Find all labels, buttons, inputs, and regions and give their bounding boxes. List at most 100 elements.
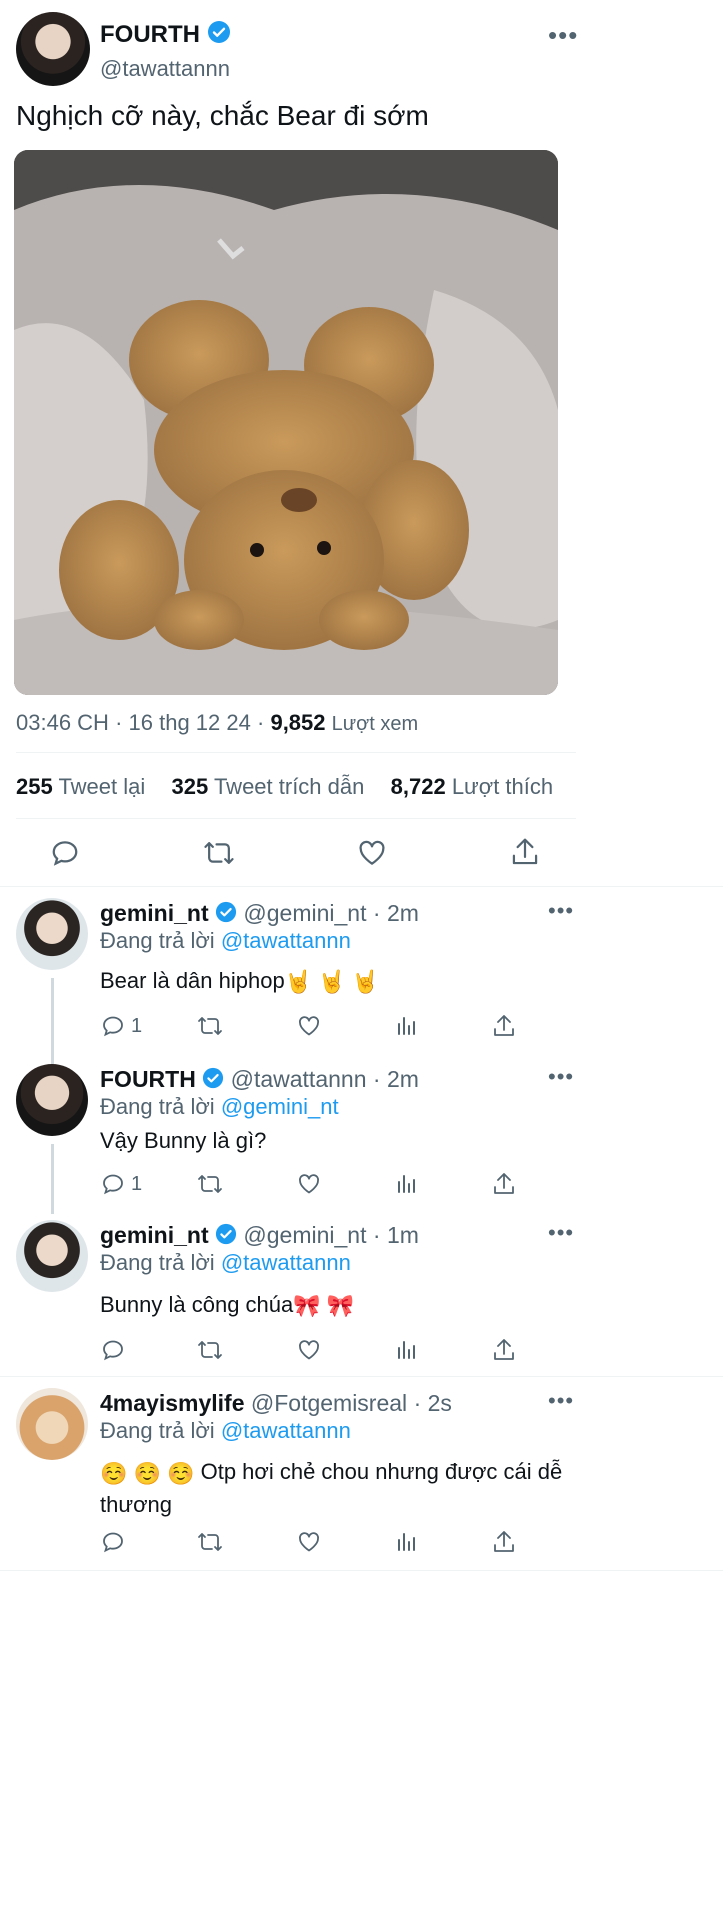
replying-to-link[interactable]: @tawattannn [221,928,351,953]
ribbon-emoji: 🎀 [326,1293,355,1319]
separator: · [372,900,381,926]
reply-icon[interactable] [101,1172,125,1196]
author-name[interactable]: FOURTH [100,1066,196,1092]
share-icon[interactable] [492,1013,516,1039]
share-icon[interactable] [510,836,540,868]
rock-hand-emoji: 🤘 [351,969,380,995]
reply-icon[interactable] [101,1530,125,1554]
avatar-fourth[interactable] [16,1064,88,1136]
reply-icon[interactable] [50,838,80,868]
author-name[interactable]: gemini_nt [100,900,209,926]
reply-time: 2m [386,900,419,926]
share-icon[interactable] [492,1337,516,1363]
reply-text: Bear là dân hiphop [100,968,285,993]
tweet-time: 03:46 CH [16,710,109,735]
ribbon-emoji: 🎀 [293,1293,321,1319]
replying-to-link[interactable]: @gemini_nt [221,1094,339,1119]
separator: · [257,710,265,735]
likes-count[interactable]: 8,722 [391,774,446,799]
replying-to-link[interactable]: @tawattannn [221,1418,351,1443]
author-handle[interactable]: @Fotgemisreal [251,1390,407,1416]
like-icon[interactable] [297,1014,321,1038]
retweet-icon[interactable] [203,838,235,868]
separator: · [413,1390,422,1416]
author-name[interactable]: FOURTH [100,21,200,48]
reply-time: 1m [386,1222,419,1248]
views-icon[interactable] [395,1172,419,1196]
replying-label: Đang trả lời [100,1250,215,1275]
engagement-stats: 255 Tweet lại 325 Tweet trích dẫn 8,722 … [16,774,553,800]
reply-time: 2s [427,1390,452,1416]
retweet-icon[interactable] [197,1014,223,1038]
replying-label: Đang trả lời [100,928,215,953]
retweets-count[interactable]: 255 [16,774,53,799]
reply-text: Bunny là công chúa [100,1292,294,1317]
more-icon[interactable]: ••• [548,1390,574,1412]
divider [16,818,576,819]
author-name[interactable]: gemini_nt [100,1222,209,1248]
divider [0,886,723,887]
reply-text: Vậy Bunny là gì? [100,1128,267,1153]
retweet-icon[interactable] [197,1530,223,1554]
author-handle[interactable]: @tawattannn [100,56,230,82]
quotes-count[interactable]: 325 [172,774,209,799]
views-icon[interactable] [395,1338,419,1362]
like-icon[interactable] [297,1172,321,1196]
reply-button[interactable]: 1 [101,1014,142,1038]
tweet-date: 16 thg 12 24 [128,710,251,735]
more-icon[interactable]: ••• [548,1222,574,1244]
divider [0,1570,723,1571]
rock-hand-emoji: 🤘 [318,969,346,995]
share-icon[interactable] [492,1529,516,1555]
divider [0,1376,723,1377]
views-label[interactable]: Lượt xem [332,713,419,735]
author-name[interactable]: 4mayismylife [100,1390,244,1416]
divider [16,752,576,753]
verified-badge-icon [202,1067,224,1095]
separator: · [115,710,123,735]
tweet-text: Nghịch cỡ này, chắc Bear đi sớm [16,100,429,131]
thread-line [51,1144,54,1214]
like-icon[interactable] [357,838,387,868]
more-icon[interactable]: ••• [548,1066,574,1088]
author-handle[interactable]: @tawattannn [231,1066,367,1092]
retweets-label[interactable]: Tweet lại [58,774,145,799]
replying-label: Đang trả lời [100,1094,215,1119]
share-icon[interactable] [492,1171,516,1197]
author-handle[interactable]: @gemini_nt [243,1222,366,1248]
author-handle[interactable]: @gemini_nt [243,900,366,926]
avatar-cat[interactable] [16,1388,88,1460]
likes-label[interactable]: Lượt thích [452,774,553,799]
thread-line [51,978,54,1056]
rock-hand-emoji: 🤘 [284,969,313,995]
reply-time: 2m [386,1066,419,1092]
tweet-image[interactable] [14,150,558,695]
reply-icon[interactable] [101,1014,125,1038]
reply-icon[interactable] [101,1338,125,1362]
avatar-fourth[interactable] [16,12,90,86]
views-icon[interactable] [395,1530,419,1554]
smiling-emoji: ☺️ [167,1460,195,1486]
more-icon[interactable]: ••• [548,900,574,922]
views-count: 9,852 [270,710,326,735]
verified-badge-icon [215,901,237,929]
replying-label: Đang trả lời [100,1418,215,1443]
avatar-gemini[interactable] [16,898,88,970]
replying-to-link[interactable]: @tawattannn [221,1250,351,1275]
avatar-gemini[interactable] [16,1220,88,1292]
smiling-emoji: ☺️ [100,1460,128,1486]
reply-count: 1 [131,1172,143,1195]
retweet-icon[interactable] [197,1172,223,1196]
verified-badge-icon [207,20,231,51]
retweet-icon[interactable] [197,1338,223,1362]
separator: · [372,1066,381,1092]
like-icon[interactable] [297,1530,321,1554]
views-icon[interactable] [395,1014,419,1038]
smiling-emoji: ☺️ [133,1460,161,1486]
more-icon[interactable]: ••• [548,22,578,48]
separator: · [372,1222,381,1248]
like-icon[interactable] [297,1338,321,1362]
reply-button[interactable]: 1 [101,1172,142,1196]
quotes-label[interactable]: Tweet trích dẫn [214,774,364,799]
reply-count: 1 [131,1014,143,1037]
